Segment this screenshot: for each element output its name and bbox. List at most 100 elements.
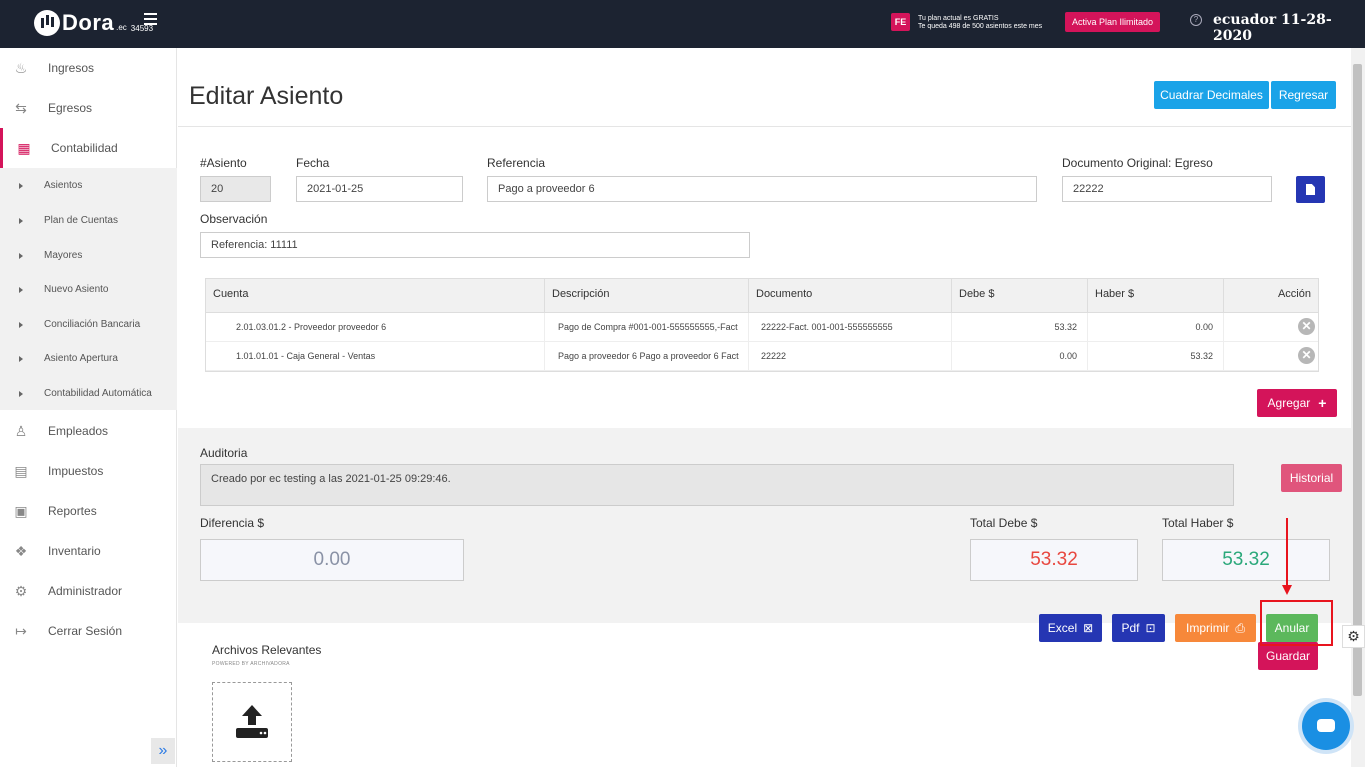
historial-button[interactable]: Historial: [1281, 464, 1342, 492]
regresar-button[interactable]: Regresar: [1271, 81, 1336, 109]
guardar-button[interactable]: Guardar: [1258, 642, 1318, 670]
subnav-item-label: Asiento Apertura: [44, 353, 118, 364]
excel-label: Excel: [1047, 621, 1078, 635]
logo-sub: .ec: [116, 22, 127, 32]
cell-debe[interactable]: 0.00: [952, 342, 1088, 371]
plan-status: Tu plan actual es GRATIS Te queda 498 de…: [918, 15, 1042, 31]
cell-haber[interactable]: 53.32: [1088, 342, 1224, 371]
plan-line-1: Tu plan actual es GRATIS: [918, 15, 999, 22]
chat-bubble-icon[interactable]: [1302, 702, 1350, 750]
imprimir-button[interactable]: Imprimir ⎙: [1175, 614, 1256, 642]
subnav-item-label: Plan de Cuentas: [44, 215, 118, 226]
calculator-icon: ▦: [17, 140, 31, 156]
cell-cuenta[interactable]: 2.01.03.01.2 - Proveedor proveedor 6: [236, 313, 545, 342]
sidebar-item-label: Impuestos: [48, 464, 104, 478]
pdf-button[interactable]: Pdf ⊡: [1112, 614, 1165, 642]
sidebar-item-empleados[interactable]: ♙ Empleados: [0, 411, 177, 451]
cuadrar-decimales-button[interactable]: Cuadrar Decimales: [1154, 81, 1269, 109]
table-row: 1.01.01.01 - Caja General - Ventas Pago …: [206, 342, 1318, 371]
column-header-cuenta: Cuenta: [206, 279, 545, 313]
cell-cuenta[interactable]: 1.01.01.01 - Caja General - Ventas: [236, 342, 545, 371]
column-header-haber: Haber $: [1088, 279, 1224, 313]
sidebar-item-label: Cerrar Sesión: [48, 624, 123, 638]
delete-row-icon[interactable]: ✕: [1298, 318, 1315, 335]
auditoria-label: Auditoria: [200, 446, 248, 460]
people-icon: ♙: [14, 423, 28, 439]
annotation-highlight-box: [1260, 600, 1333, 646]
observacion-label: Observación: [200, 212, 268, 226]
logo[interactable]: Dora .ec 34593: [34, 10, 153, 36]
sidebar-item-administrador[interactable]: ⚙ Administrador: [0, 571, 177, 611]
sidebar-item-ingresos[interactable]: ♨ Ingresos: [0, 48, 177, 88]
documento-original-field[interactable]: 22222: [1062, 176, 1272, 202]
subnav-item-label: Asientos: [44, 180, 83, 191]
column-header-descripcion: Descripción: [545, 279, 749, 313]
printer-icon: ⎙: [1235, 620, 1245, 635]
asiento-field: 20: [200, 176, 271, 202]
cell-debe[interactable]: 53.32: [952, 313, 1088, 342]
column-header-documento: Documento: [749, 279, 952, 313]
cell-documento[interactable]: 22222-Fact. 001-001-555555555: [749, 313, 952, 342]
sidebar: ♨ Ingresos ⇆ Egresos ▦ Contabilidad Asie…: [0, 48, 177, 767]
activate-plan-button[interactable]: Activa Plan Ilimitado: [1065, 12, 1160, 32]
cell-haber[interactable]: 0.00: [1088, 313, 1224, 342]
caret-right-icon: [19, 286, 23, 293]
subnav-item-mayores[interactable]: Mayores: [0, 238, 177, 273]
sidebar-item-label: Empleados: [48, 424, 109, 438]
referencia-field[interactable]: Pago a proveedor 6: [487, 176, 1037, 202]
subnav-item-contabilidad-automatica[interactable]: Contabilidad Automática: [0, 376, 177, 411]
settings-gear-icon[interactable]: ⚙: [1342, 625, 1365, 648]
table-header: Cuenta Descripción Documento Debe $ Habe…: [206, 279, 1318, 313]
logout-icon: ↦: [15, 623, 27, 639]
entries-table: Cuenta Descripción Documento Debe $ Habe…: [205, 278, 1319, 372]
audit-text: Creado por ec testing a las 2021-01-25 0…: [200, 464, 1234, 506]
caret-right-icon: [19, 390, 23, 397]
hamburger-menu-icon[interactable]: [144, 13, 157, 25]
page-title: Editar Asiento: [189, 82, 344, 110]
sidebar-item-contabilidad[interactable]: ▦ Contabilidad: [0, 128, 177, 168]
subnav-item-conciliacion-bancaria[interactable]: Conciliación Bancaria: [0, 307, 177, 342]
cell-descripcion[interactable]: Pago a proveedor 6 Pago a proveedor 6 Fa…: [545, 342, 749, 371]
sidebar-item-reportes[interactable]: ▣ Reportes: [0, 491, 177, 531]
chevron-double-down-icon[interactable]: »: [151, 738, 175, 764]
boxes-icon: ❖: [14, 543, 28, 559]
upload-dropzone[interactable]: [212, 682, 292, 762]
agregar-button[interactable]: Agregar +: [1257, 389, 1337, 417]
subnav-item-nuevo-asiento[interactable]: Nuevo Asiento: [0, 272, 177, 307]
plan-line-2: Te queda 498 de 500 asientos este mes: [918, 23, 1043, 30]
fecha-field[interactable]: 2021-01-25: [296, 176, 463, 202]
header-divider: [178, 126, 1351, 127]
diferencia-label: Diferencia $: [200, 516, 265, 530]
column-header-accion: Acción: [1277, 288, 1311, 300]
plus-icon: +: [1318, 395, 1327, 411]
fe-badge: FE: [891, 13, 910, 31]
pdf-label: Pdf: [1121, 621, 1140, 635]
top-bar: Dora .ec 34593 FE Tu plan actual es GRAT…: [0, 0, 1365, 48]
cell-documento[interactable]: 22222: [749, 342, 952, 371]
sidebar-item-inventario[interactable]: ❖ Inventario: [0, 531, 177, 571]
subnav-item-asientos[interactable]: Asientos: [0, 168, 177, 203]
delete-row-icon[interactable]: ✕: [1298, 347, 1315, 364]
observacion-field[interactable]: Referencia: 11111: [200, 232, 750, 258]
subnav-item-asiento-apertura[interactable]: Asiento Apertura: [0, 341, 177, 376]
fecha-label: Fecha: [296, 156, 330, 170]
report-icon: ▣: [14, 503, 28, 519]
caret-right-icon: [19, 321, 23, 328]
cell-descripcion[interactable]: Pago de Compra #001-001-555555555,-Fact: [545, 313, 749, 342]
powered-by: POWERED BY ARCHIVADORA: [212, 661, 290, 667]
total-debe-label: Total Debe $: [970, 516, 1038, 530]
scrollbar-thumb[interactable]: [1353, 64, 1362, 696]
sidebar-item-egresos[interactable]: ⇆ Egresos: [0, 88, 177, 128]
subnav-item-plan-de-cuentas[interactable]: Plan de Cuentas: [0, 203, 177, 238]
sidebar-item-label: Reportes: [48, 504, 97, 518]
contabilidad-submenu: Asientos Plan de Cuentas Mayores Nuevo A…: [0, 168, 177, 410]
documento-original-label: Documento Original: Egreso: [1062, 156, 1213, 170]
caret-right-icon: [19, 182, 23, 189]
sidebar-item-cerrar-sesion[interactable]: ↦ Cerrar Sesión: [0, 611, 177, 651]
excel-button[interactable]: Excel ⊠: [1039, 614, 1102, 642]
sidebar-item-impuestos[interactable]: ▤ Impuestos: [0, 451, 177, 491]
help-icon[interactable]: ?: [1190, 14, 1202, 26]
document-button[interactable]: [1296, 176, 1325, 203]
user-date[interactable]: ecuador 11-28-2020: [1213, 12, 1365, 44]
sidebar-item-label: Ingresos: [48, 61, 95, 75]
